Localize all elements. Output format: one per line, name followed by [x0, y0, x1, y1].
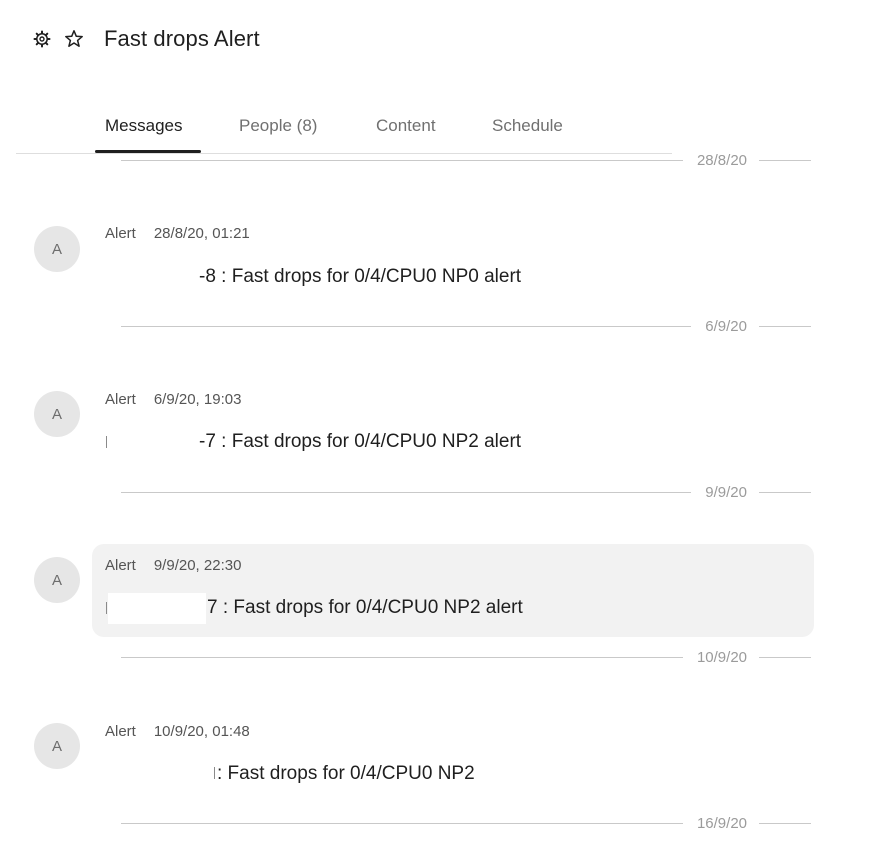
date-separator-label: 16/9/20 [696, 814, 747, 832]
sender-name[interactable]: Alert [105, 557, 136, 574]
message-text: -7 : Fast drops for 0/4/CPU0 NP2 alert [199, 431, 522, 452]
sender-name[interactable]: Alert [105, 723, 136, 740]
avatar[interactable]: A [34, 391, 80, 437]
date-separator-label: 10/9/20 [696, 648, 747, 666]
sender-name[interactable]: Alert [105, 225, 136, 242]
date-separator: 6/9/20 [121, 316, 811, 336]
date-separator-label: 9/9/20 [705, 483, 747, 501]
message-feed[interactable]: 28/8/20 A Alert 28/8/20, 01:21 -8 : Fast … [0, 0, 870, 860]
message-timestamp: 28/8/20, 01:21 [153, 225, 250, 242]
avatar[interactable]: A [34, 226, 80, 272]
message-timestamp: 9/9/20, 22:30 [153, 557, 242, 574]
date-separator: 10/9/20 [121, 647, 811, 667]
redaction-edge [106, 436, 107, 448]
message-meta: Alert 10/9/20, 01:48 [105, 723, 250, 740]
date-separator: 16/9/20 [121, 813, 811, 833]
redacted-region [108, 593, 206, 624]
message-meta: Alert 28/8/20, 01:21 [105, 225, 250, 242]
message-text: : Fast drops for 0/4/CPU0 NP2 [217, 763, 475, 784]
avatar[interactable]: A [34, 723, 80, 769]
sender-name[interactable]: Alert [105, 391, 136, 408]
message-meta: Alert 9/9/20, 22:30 [105, 557, 241, 574]
redaction-edge [106, 602, 107, 614]
message-text: -8 : Fast drops for 0/4/CPU0 NP0 alert [199, 266, 522, 287]
message-timestamp: 10/9/20, 01:48 [153, 723, 250, 740]
date-separator-label: 6/9/20 [705, 317, 747, 335]
message-text: 7 : Fast drops for 0/4/CPU0 NP2 alert [207, 597, 523, 618]
date-separator-label: 28/8/20 [696, 151, 747, 169]
date-separator: 28/8/20 [121, 150, 811, 170]
message-timestamp: 6/9/20, 19:03 [153, 391, 242, 408]
message-meta: Alert 6/9/20, 19:03 [105, 391, 241, 408]
avatar[interactable]: A [34, 557, 80, 603]
date-separator: 9/9/20 [121, 482, 811, 502]
redaction-edge [214, 767, 215, 779]
